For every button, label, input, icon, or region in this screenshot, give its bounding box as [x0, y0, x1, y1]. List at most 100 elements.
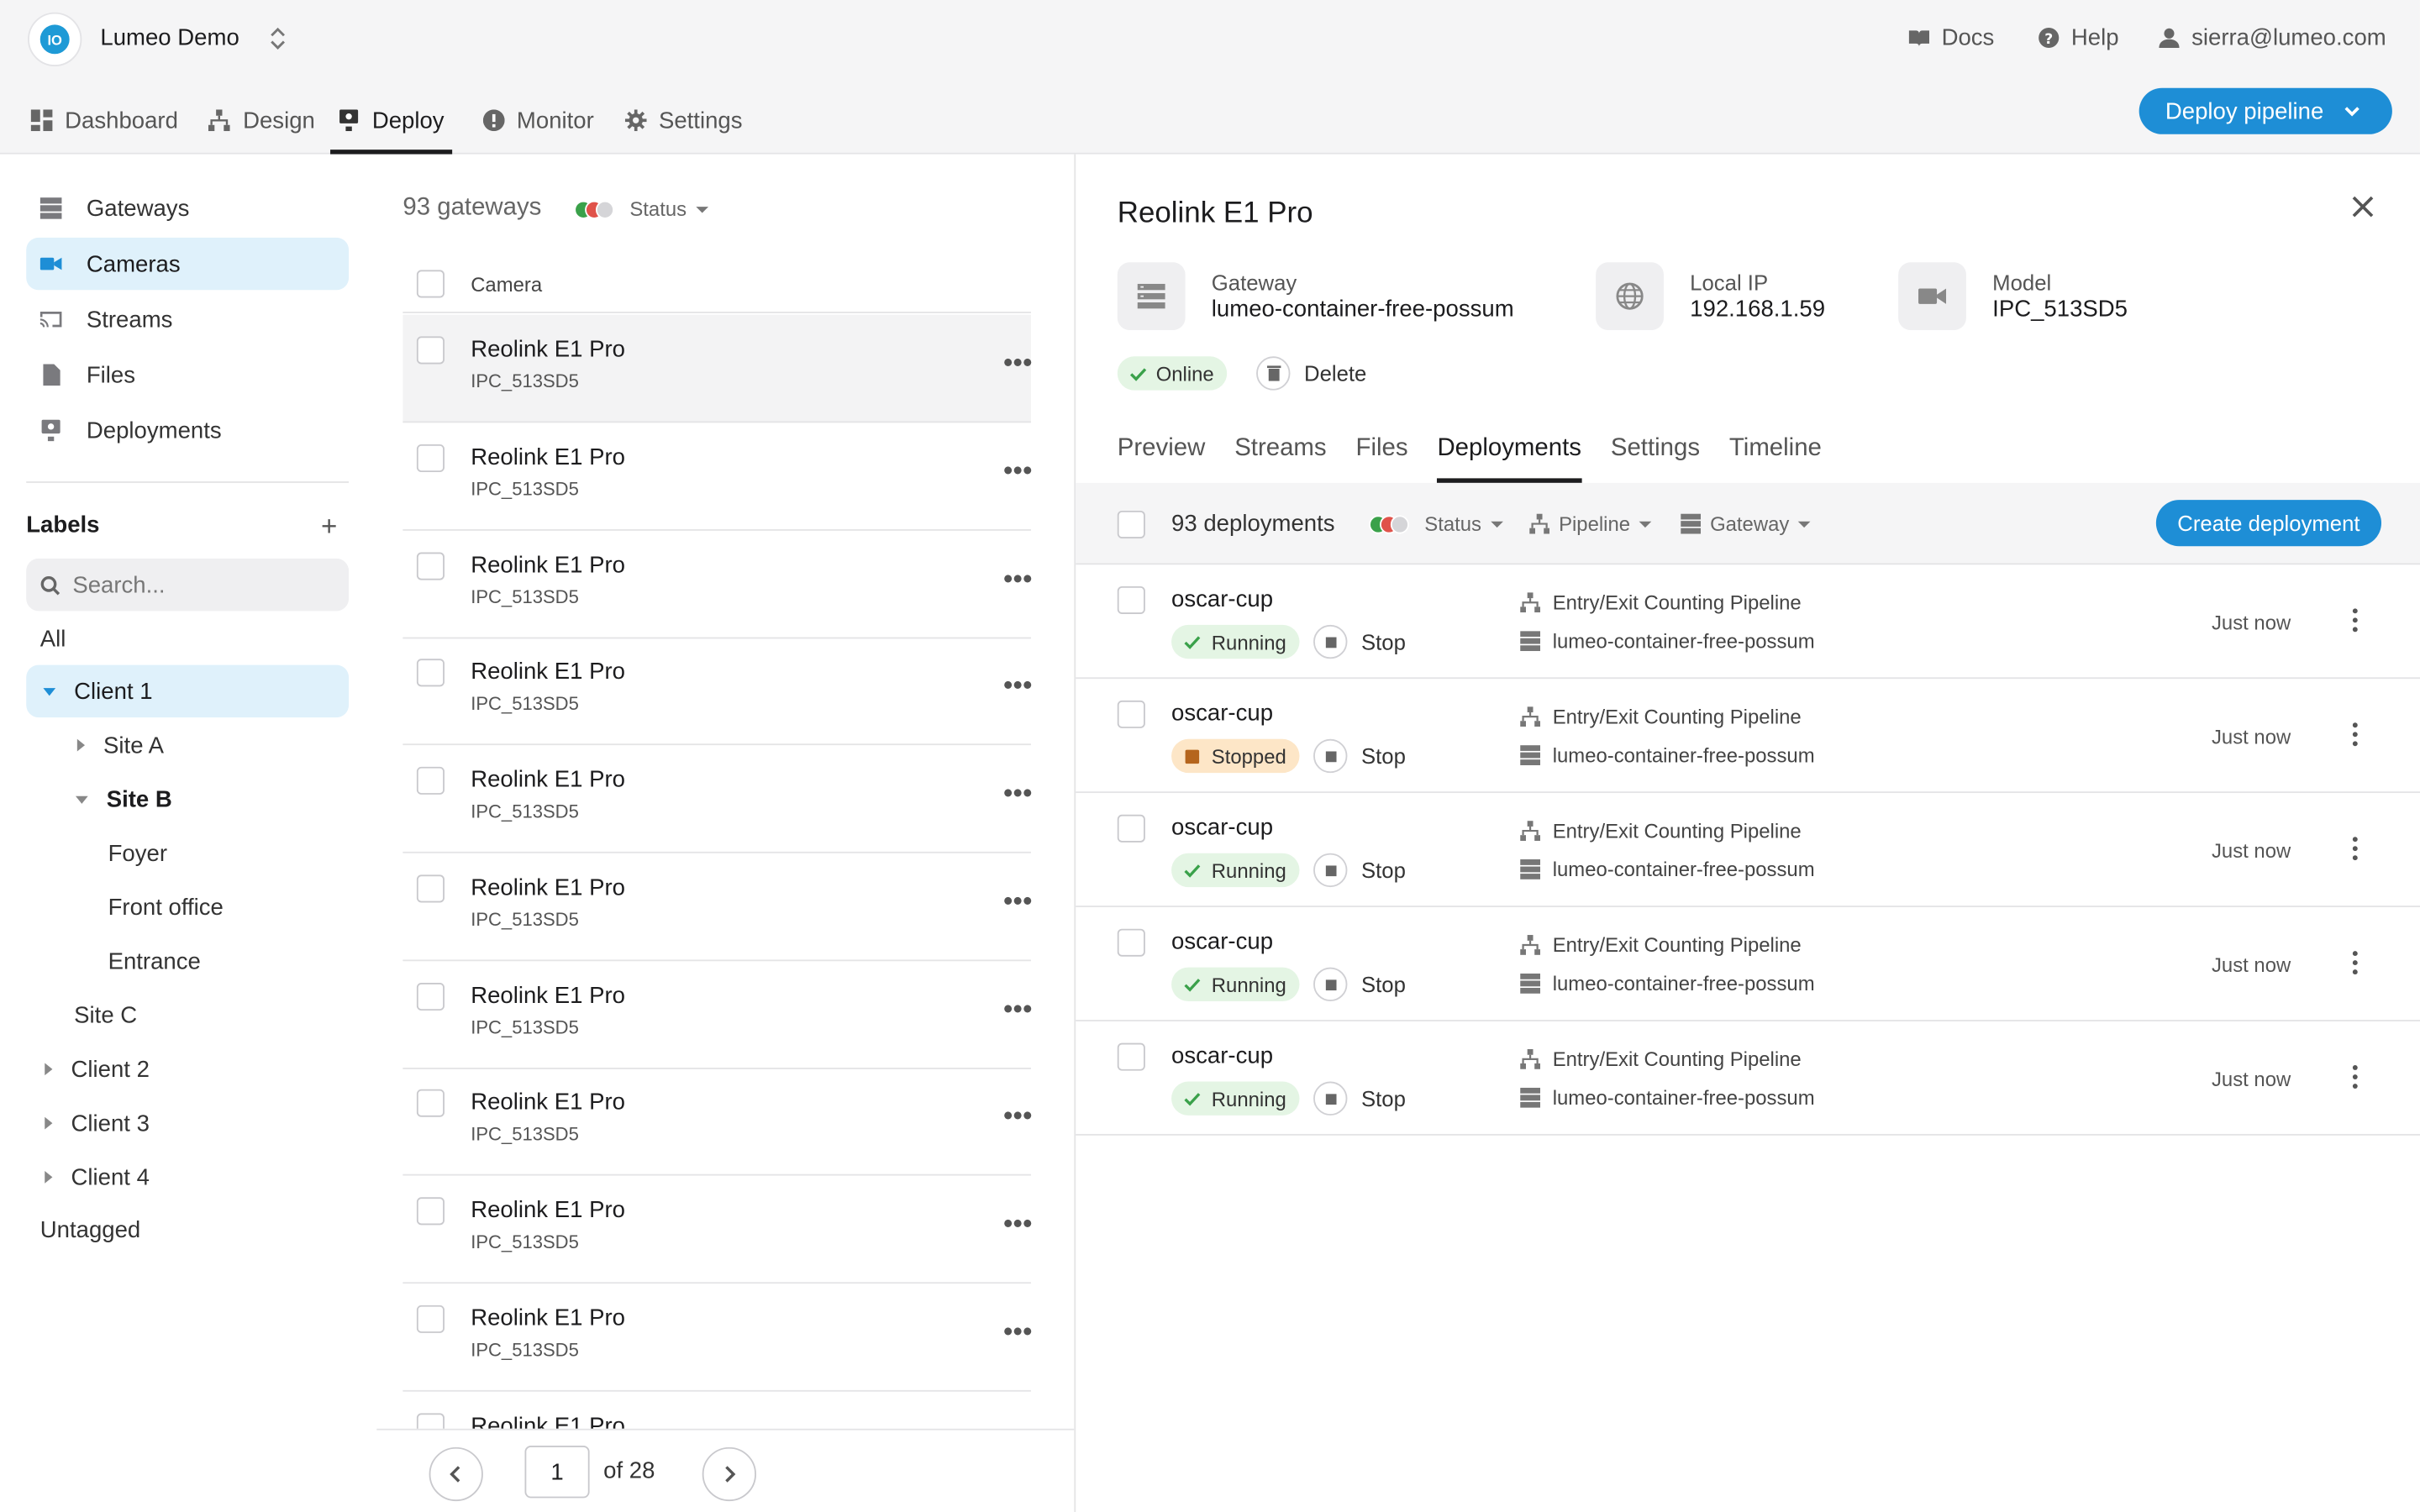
caret-right-icon[interactable]	[45, 1171, 53, 1184]
row-checkbox[interactable]	[1117, 585, 1145, 615]
camera-row[interactable]: Reolink E1 Pro IPC_513SD5 •••	[402, 638, 1033, 746]
tab-design[interactable]: Design	[193, 87, 330, 155]
deployment-name[interactable]: oscar-cup	[1171, 1043, 1273, 1069]
row-checkbox[interactable]	[416, 766, 445, 795]
delete-button[interactable]: Delete	[1256, 356, 1366, 391]
stop-button[interactable]: Stop	[1313, 1081, 1406, 1116]
tab-preview[interactable]: Preview	[1118, 413, 1206, 483]
add-label-button[interactable]: +	[321, 512, 337, 540]
more-options-icon[interactable]: •••	[1003, 564, 1033, 591]
tab-files[interactable]: Files	[1356, 413, 1408, 483]
deployment-row[interactable]: oscar-cup Stopped Stop Entry/Exit Counting …	[1076, 679, 2420, 794]
more-options-icon[interactable]: •••	[1003, 995, 1033, 1022]
gateway-filter[interactable]: Gateway	[1681, 512, 1812, 535]
kebab-menu-icon[interactable]	[2350, 836, 2360, 861]
deployment-row[interactable]: oscar-cup Running Stop Entry/Exit Counting …	[1076, 907, 2420, 1021]
more-options-icon[interactable]: •••	[1003, 1102, 1033, 1130]
label-client-2[interactable]: Client 2	[45, 1043, 150, 1095]
gateway-value[interactable]: lumeo-container-free-possum	[1212, 297, 1514, 323]
sidebar-item-cameras[interactable]: Cameras	[26, 237, 350, 291]
camera-row[interactable]: Reolink E1 Pro IPC_513SD5 •••	[402, 314, 1033, 423]
select-all-checkbox[interactable]	[416, 270, 445, 298]
kebab-menu-icon[interactable]	[2350, 608, 2360, 633]
stop-button[interactable]: Stop	[1313, 853, 1406, 888]
deployment-status-filter[interactable]: Status	[1369, 512, 1503, 535]
row-checkbox[interactable]	[416, 659, 445, 687]
deployment-gateway[interactable]: lumeo-container-free-possum	[1520, 972, 1815, 995]
lumeo-logo[interactable]: IO	[28, 12, 82, 66]
deployment-gateway[interactable]: lumeo-container-free-possum	[1520, 629, 1815, 653]
sidebar-item-files[interactable]: Files	[26, 349, 349, 401]
more-options-icon[interactable]: •••	[1003, 1317, 1033, 1345]
more-options-icon[interactable]: •••	[1003, 671, 1033, 699]
caret-right-icon[interactable]	[76, 738, 86, 752]
kebab-menu-icon[interactable]	[2350, 722, 2360, 747]
label-site-a[interactable]: Site A	[76, 719, 164, 771]
camera-row[interactable]: Reolink E1 Pro IPC_513SD5 •••	[402, 1068, 1033, 1177]
tab-monitor[interactable]: Monitor	[452, 87, 609, 155]
pipeline-filter[interactable]: Pipeline	[1529, 512, 1652, 535]
close-button[interactable]	[2350, 194, 2378, 222]
stop-button[interactable]: Stop	[1313, 624, 1406, 659]
select-all-deployments-checkbox[interactable]	[1117, 510, 1145, 539]
page-number-input[interactable]: 1	[524, 1445, 590, 1499]
row-checkbox[interactable]	[1117, 700, 1145, 728]
camera-row[interactable]: Reolink E1 Pro IPC_513SD5 •••	[402, 1284, 1033, 1392]
camera-row[interactable]: Reolink E1 Pro IPC_513SD5 •••	[402, 853, 1033, 961]
account-menu[interactable]: sierra@lumeo.com	[2158, 24, 2386, 51]
label-site-b[interactable]: Site B	[75, 773, 172, 825]
label-entrance[interactable]: Entrance	[108, 935, 201, 987]
more-options-icon[interactable]: •••	[1003, 887, 1033, 915]
camera-row[interactable]: Reolink E1 Pro IPC_513SD5 •••	[402, 745, 1033, 853]
label-client-4[interactable]: Client 4	[45, 1151, 150, 1203]
tab-streams[interactable]: Streams	[1234, 413, 1326, 483]
sidebar-item-gateways[interactable]: Gateways	[26, 182, 349, 234]
row-checkbox[interactable]	[416, 336, 445, 365]
workspace-switch-icon[interactable]	[267, 24, 289, 55]
label-all[interactable]: All	[40, 612, 66, 664]
row-checkbox[interactable]	[416, 444, 445, 472]
row-checkbox[interactable]	[416, 1305, 445, 1333]
caret-right-icon[interactable]	[45, 1116, 53, 1130]
tab-dashboard[interactable]: Dashboard	[15, 87, 193, 155]
label-foyer[interactable]: Foyer	[108, 827, 167, 879]
camera-row[interactable]: Reolink E1 Pro IPC_513SD5 •••	[402, 423, 1033, 531]
deployment-gateway[interactable]: lumeo-container-free-possum	[1520, 1086, 1815, 1110]
deployment-pipeline[interactable]: Entry/Exit Counting Pipeline	[1520, 705, 1802, 728]
create-deployment-button[interactable]: Create deployment	[2155, 500, 2382, 547]
label-untagged[interactable]: Untagged	[40, 1204, 141, 1256]
tab-timeline[interactable]: Timeline	[1729, 413, 1822, 483]
deployment-pipeline[interactable]: Entry/Exit Counting Pipeline	[1520, 591, 1802, 614]
sidebar-item-streams[interactable]: Streams	[26, 293, 349, 345]
stop-button[interactable]: Stop	[1313, 967, 1406, 1002]
deployment-gateway[interactable]: lumeo-container-free-possum	[1520, 858, 1815, 881]
more-options-icon[interactable]: •••	[1003, 456, 1033, 484]
camera-row[interactable]: Reolink E1 Pro IPC_513SD5 •••	[402, 530, 1033, 638]
row-checkbox[interactable]	[416, 1089, 445, 1118]
row-checkbox[interactable]	[416, 551, 445, 580]
deployment-gateway[interactable]: lumeo-container-free-possum	[1520, 743, 1815, 767]
row-checkbox[interactable]	[416, 982, 445, 1011]
more-options-icon[interactable]: •••	[1003, 780, 1033, 807]
stop-button[interactable]: Stop	[1313, 738, 1406, 774]
prev-page-button[interactable]	[429, 1446, 483, 1502]
deployment-name[interactable]: oscar-cup	[1171, 929, 1273, 955]
status-filter-dropdown[interactable]: Status	[574, 197, 708, 221]
row-checkbox[interactable]	[1117, 814, 1145, 843]
deployment-name[interactable]: oscar-cup	[1171, 701, 1273, 727]
label-front-office[interactable]: Front office	[108, 881, 224, 933]
kebab-menu-icon[interactable]	[2350, 950, 2360, 975]
label-client-1[interactable]: Client 1	[26, 664, 350, 718]
tab-deploy[interactable]: Deploy	[330, 87, 452, 155]
deployment-row[interactable]: oscar-cup Running Stop Entry/Exit Counting …	[1076, 564, 2420, 680]
deployment-pipeline[interactable]: Entry/Exit Counting Pipeline	[1520, 933, 1802, 957]
tab-deployments[interactable]: Deployments	[1437, 413, 1582, 483]
sidebar-item-deployments[interactable]: Deployments	[26, 404, 349, 456]
label-search-input[interactable]: Search...	[26, 558, 350, 612]
row-checkbox[interactable]	[1117, 1042, 1145, 1071]
kebab-menu-icon[interactable]	[2350, 1064, 2360, 1089]
camera-row[interactable]: Reolink E1 Pro IPC_513SD5 •••	[402, 1176, 1033, 1284]
tab-settings-detail[interactable]: Settings	[1611, 413, 1700, 483]
row-checkbox[interactable]	[1117, 928, 1145, 957]
workspace-name[interactable]: Lumeo Demo	[100, 24, 239, 50]
